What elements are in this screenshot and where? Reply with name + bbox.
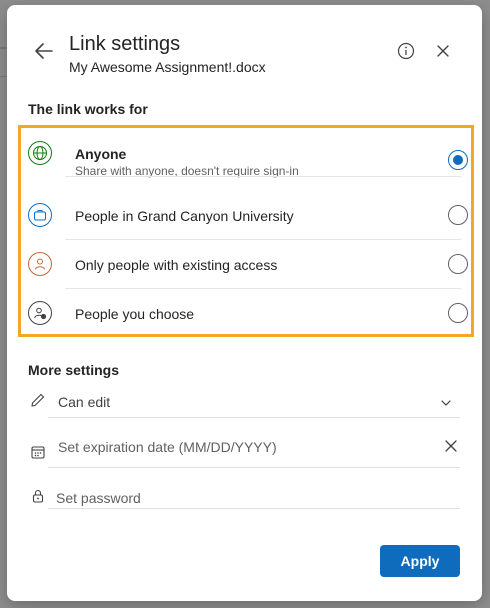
link-audience-options: Anyone Share with anyone, doesn't requir…: [18, 125, 474, 337]
pencil-icon: [31, 393, 45, 407]
option-organization[interactable]: People in Grand Canyon University: [21, 191, 471, 240]
option-anyone[interactable]: Anyone Share with anyone, doesn't requir…: [21, 128, 471, 178]
briefcase-icon: [28, 203, 52, 227]
expiration-date-field[interactable]: Set expiration date (MM/DD/YYYY): [28, 430, 460, 468]
file-name: My Awesome Assignment!.docx: [69, 59, 266, 75]
clear-expiration-close-icon[interactable]: [444, 439, 458, 453]
info-icon: [397, 42, 415, 60]
link-settings-dialog: Link settings My Awesome Assignment!.doc…: [7, 5, 482, 601]
person-icon: [28, 252, 52, 276]
info-button[interactable]: [397, 42, 415, 60]
option-existing-access[interactable]: Only people with existing access: [21, 240, 471, 289]
link-works-for-label: The link works for: [28, 101, 148, 117]
close-icon: [437, 45, 449, 57]
divider: [48, 467, 460, 468]
permission-value: Can edit: [58, 394, 111, 410]
option-existing-access-radio[interactable]: [448, 254, 468, 274]
apply-button[interactable]: Apply: [380, 545, 460, 577]
option-organization-label: People in Grand Canyon University: [75, 208, 294, 224]
password-input[interactable]: Set password: [56, 490, 141, 506]
password-field[interactable]: Set password: [28, 481, 460, 509]
option-anyone-label: Anyone: [75, 146, 127, 162]
back-button[interactable]: [33, 40, 55, 62]
expiration-date-input[interactable]: Set expiration date (MM/DD/YYYY): [58, 439, 277, 455]
divider: [48, 417, 460, 418]
dialog-header: Link settings My Awesome Assignment!.doc…: [7, 5, 482, 95]
close-button[interactable]: [435, 43, 451, 59]
divider: [48, 508, 460, 509]
lock-icon: [32, 489, 44, 503]
backdrop-line: [0, 76, 7, 77]
back-arrow-icon: [35, 43, 53, 59]
person-add-icon: [28, 301, 52, 325]
chevron-down-icon: [441, 400, 451, 406]
option-existing-access-label: Only people with existing access: [75, 257, 278, 273]
divider: [65, 176, 461, 177]
option-people-you-choose[interactable]: People you choose: [21, 289, 471, 338]
option-people-you-choose-label: People you choose: [75, 306, 195, 322]
option-anyone-radio[interactable]: [448, 150, 468, 170]
backdrop-line: [0, 47, 7, 49]
permission-dropdown[interactable]: Can edit: [28, 386, 460, 418]
more-settings-label: More settings: [28, 362, 120, 378]
option-organization-radio[interactable]: [448, 205, 468, 225]
globe-icon: [28, 141, 52, 165]
dialog-title: Link settings: [69, 33, 181, 55]
option-people-you-choose-radio[interactable]: [448, 303, 468, 323]
calendar-icon: [31, 446, 45, 459]
